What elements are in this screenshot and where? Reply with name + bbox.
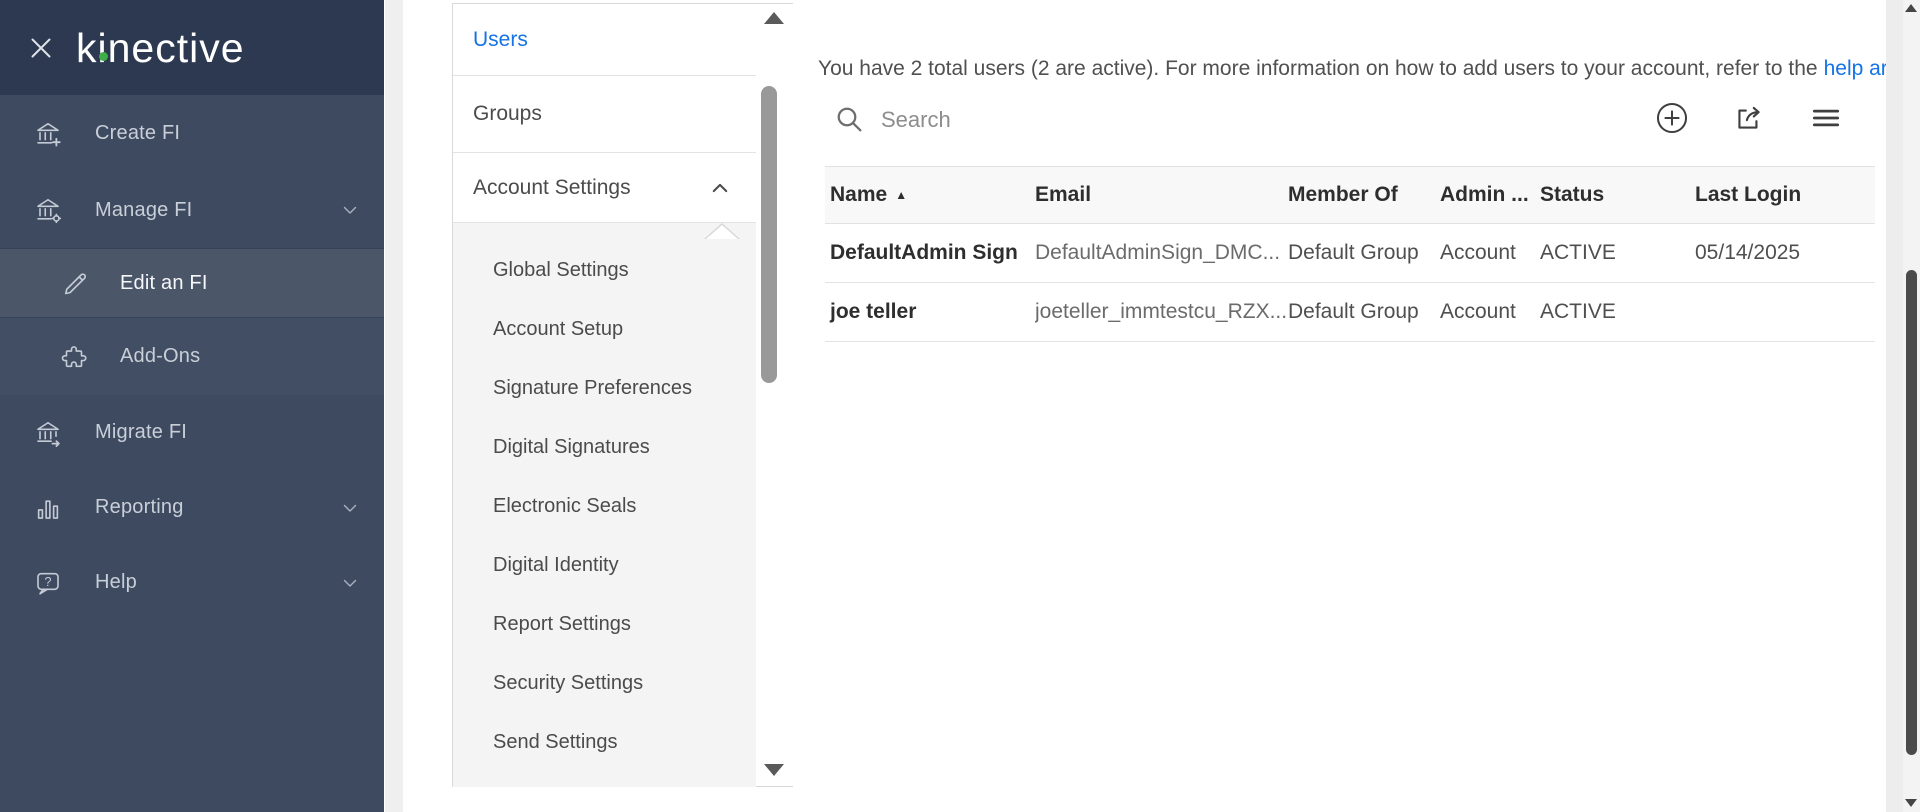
- sidebar: kinective Create FI: [0, 0, 384, 812]
- page-scrollbar-thumb[interactable]: [1906, 270, 1917, 755]
- puzzle-icon: [60, 342, 90, 372]
- brand-logo: kinective: [76, 18, 245, 78]
- users-summary-text: You have 2 total users (2 are active). F…: [818, 57, 1818, 80]
- export-icon[interactable]: [1732, 100, 1768, 136]
- chevron-down-icon: [338, 198, 362, 222]
- chevron-up-icon: [705, 173, 735, 203]
- cell-status: ACTIVE: [1540, 300, 1695, 324]
- table-header: Name▲ Email Member Of Admin ... Status L…: [825, 166, 1875, 224]
- column-header-status[interactable]: Status: [1540, 183, 1695, 207]
- cell-admin: Account: [1440, 241, 1540, 265]
- close-icon[interactable]: [24, 30, 60, 66]
- menu-icon[interactable]: [1809, 100, 1845, 136]
- sidebar-item-label: Help: [95, 571, 137, 594]
- sidebar-item-add-ons[interactable]: Add-Ons: [0, 318, 384, 395]
- column-header-admin[interactable]: Admin ...: [1440, 183, 1540, 207]
- users-main: You have 2 total users (2 are active). F…: [793, 0, 1886, 812]
- table-row[interactable]: DefaultAdmin Sign DefaultAdminSign_DMC..…: [825, 224, 1875, 283]
- sidebar-item-migrate-fi[interactable]: Migrate FI: [0, 395, 384, 470]
- panel-item-label: Account Settings: [473, 176, 631, 200]
- settings-panel: Users Groups Account Settings Global Set…: [452, 3, 793, 787]
- cell-last-login: 05/14/2025: [1695, 241, 1875, 265]
- submenu-item-digital-signatures[interactable]: Digital Signatures: [453, 418, 756, 477]
- panel-scrollbar: [756, 4, 793, 786]
- sidebar-item-label: Manage FI: [95, 199, 192, 222]
- sidebar-item-label: Migrate FI: [95, 421, 187, 444]
- sidebar-item-help[interactable]: ? Help: [0, 545, 384, 620]
- scroll-down-icon[interactable]: [764, 764, 784, 776]
- bank-gear-icon: [33, 195, 63, 225]
- submenu-item-report-settings[interactable]: Report Settings: [453, 595, 756, 654]
- table-row[interactable]: joe teller joeteller_immtestcu_RZX... De…: [825, 283, 1875, 342]
- column-header-member-of[interactable]: Member Of: [1288, 183, 1440, 207]
- panel-item-label: Users: [473, 28, 528, 52]
- bar-chart-icon: [33, 493, 63, 523]
- sidebar-item-label: Edit an FI: [120, 272, 208, 295]
- add-user-icon[interactable]: [1655, 100, 1691, 136]
- column-header-email[interactable]: Email: [1035, 183, 1288, 207]
- cell-email: DefaultAdminSign_DMC...: [1035, 241, 1288, 265]
- app-window: kinective Create FI: [0, 0, 1920, 812]
- column-header-name[interactable]: Name▲: [825, 183, 1035, 207]
- sidebar-item-label: Add-Ons: [120, 345, 200, 368]
- help-bubble-icon: ?: [33, 568, 63, 598]
- cell-member-of: Default Group: [1288, 241, 1440, 265]
- cell-name: DefaultAdmin Sign: [825, 241, 1035, 265]
- users-table: Name▲ Email Member Of Admin ... Status L…: [825, 166, 1875, 342]
- bank-arrow-icon: [33, 418, 63, 448]
- cell-status: ACTIVE: [1540, 241, 1695, 265]
- scroll-up-icon[interactable]: [1905, 4, 1917, 12]
- chevron-down-icon: [338, 496, 362, 520]
- brand-logo-dot: [99, 52, 108, 61]
- search-input[interactable]: [881, 102, 1301, 138]
- sidebar-item-reporting[interactable]: Reporting: [0, 470, 384, 545]
- sidebar-item-label: Reporting: [95, 496, 184, 519]
- sidebar-item-edit-an-fi[interactable]: Edit an FI: [0, 248, 384, 318]
- panel-item-label: Groups: [473, 102, 542, 126]
- sidebar-item-create-fi[interactable]: Create FI: [0, 95, 384, 172]
- sort-asc-icon: ▲: [895, 188, 907, 202]
- cell-admin: Account: [1440, 300, 1540, 324]
- submenu-item-account-setup[interactable]: Account Setup: [453, 300, 756, 359]
- panel-item-groups[interactable]: Groups: [453, 76, 756, 153]
- panel-scrollbar-thumb[interactable]: [761, 86, 777, 383]
- submenu-item-electronic-seals[interactable]: Electronic Seals: [453, 477, 756, 536]
- pencil-icon: [60, 268, 90, 298]
- scroll-up-icon[interactable]: [764, 12, 784, 24]
- search-icon: [833, 103, 865, 135]
- chevron-down-icon: [338, 571, 362, 595]
- sidebar-gutter: [384, 0, 403, 812]
- bank-plus-icon: [33, 119, 63, 149]
- sidebar-header: kinective: [0, 0, 384, 95]
- scroll-down-icon[interactable]: [1905, 799, 1917, 807]
- users-summary: You have 2 total users (2 are active). F…: [818, 57, 1920, 81]
- submenu-item-send-settings[interactable]: Send Settings: [453, 713, 756, 772]
- account-settings-submenu: Global Settings Account Setup Signature …: [453, 223, 756, 787]
- page-scrollbar: [1903, 0, 1920, 812]
- svg-text:?: ?: [45, 575, 52, 589]
- submenu-item-digital-identity[interactable]: Digital Identity: [453, 536, 756, 595]
- panel-item-account-settings[interactable]: Account Settings: [453, 153, 756, 223]
- submenu-item-global-settings[interactable]: Global Settings: [453, 241, 756, 300]
- sidebar-item-manage-fi[interactable]: Manage FI: [0, 172, 384, 248]
- column-header-last-login[interactable]: Last Login: [1695, 183, 1875, 207]
- cell-member-of: Default Group: [1288, 300, 1440, 324]
- submenu-item-signature-preferences[interactable]: Signature Preferences: [453, 359, 756, 418]
- submenu-item-security-settings[interactable]: Security Settings: [453, 654, 756, 713]
- brand-logo-text: kinective: [76, 25, 245, 71]
- content-gutter: [1886, 0, 1903, 812]
- sidebar-item-label: Create FI: [95, 122, 180, 145]
- cell-email: joeteller_immtestcu_RZX...: [1035, 300, 1288, 324]
- cell-name: joe teller: [825, 300, 1035, 324]
- panel-item-users[interactable]: Users: [453, 4, 756, 76]
